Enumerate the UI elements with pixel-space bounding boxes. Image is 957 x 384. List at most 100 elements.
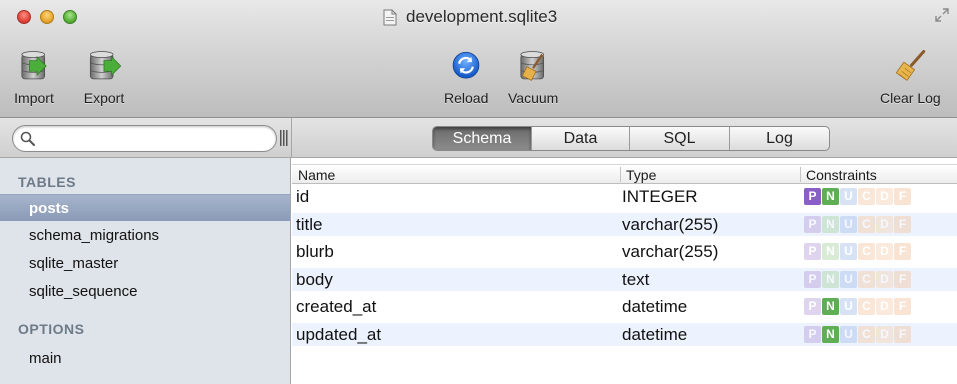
constraint-n-toggle[interactable]: N xyxy=(822,270,839,288)
fullscreen-icon[interactable] xyxy=(935,8,949,22)
table-row[interactable]: body text P N U C D F xyxy=(292,267,957,291)
cell-column-name: body xyxy=(296,269,333,289)
table-row[interactable]: id INTEGER P N U C D F xyxy=(292,185,957,208)
column-header-type[interactable]: Type xyxy=(626,167,656,183)
constraint-f-toggle[interactable]: F xyxy=(894,270,911,288)
window-title: development.sqlite3 xyxy=(406,7,558,26)
constraint-toggles: PNUCDF xyxy=(804,298,912,315)
tab-schema[interactable]: Schema xyxy=(433,127,531,150)
cell-column-type: text xyxy=(622,269,650,289)
tab-log[interactable]: Log xyxy=(729,127,829,150)
constraint-c-toggle[interactable]: C xyxy=(858,325,875,343)
constraint-d-toggle[interactable]: D xyxy=(876,243,893,260)
sidebar-item-main[interactable]: main xyxy=(0,345,290,372)
cell-column-name: id xyxy=(296,187,310,206)
constraint-n-toggle[interactable]: N xyxy=(822,298,839,315)
column-divider[interactable] xyxy=(800,167,801,182)
constraint-u-toggle[interactable]: U xyxy=(840,298,857,315)
cell-column-type: varchar(255) xyxy=(622,242,719,261)
constraint-c-toggle[interactable]: C xyxy=(858,243,875,260)
constraint-p-toggle[interactable]: P xyxy=(804,325,821,343)
clear-log-button[interactable]: Clear Log xyxy=(880,50,941,106)
cell-column-type: datetime xyxy=(622,324,688,344)
table-row[interactable]: created_at datetime P N U C D F xyxy=(292,295,957,318)
constraint-u-toggle[interactable]: U xyxy=(840,188,857,205)
tables-heading: TABLES xyxy=(18,174,76,190)
column-header-constraints[interactable]: Constraints xyxy=(806,167,877,183)
constraint-u-toggle[interactable]: U xyxy=(840,270,857,288)
sidebar-item-posts[interactable]: posts xyxy=(0,194,290,221)
constraint-toggles: PNUCDF xyxy=(804,215,912,233)
constraint-f-toggle[interactable]: F xyxy=(894,298,911,315)
vacuum-button[interactable]: Vacuum xyxy=(508,50,558,106)
constraint-d-toggle[interactable]: D xyxy=(876,215,893,233)
table-row[interactable]: blurb varchar(255) P N U C D F xyxy=(292,240,957,263)
column-header-name[interactable]: Name xyxy=(298,167,335,183)
cell-column-type: INTEGER xyxy=(622,187,698,206)
constraint-c-toggle[interactable]: C xyxy=(858,270,875,288)
constraint-n-toggle[interactable]: N xyxy=(822,243,839,260)
constraint-u-toggle[interactable]: U xyxy=(840,325,857,343)
constraint-p-toggle[interactable]: P xyxy=(804,270,821,288)
constraint-c-toggle[interactable]: C xyxy=(858,298,875,315)
constraint-d-toggle[interactable]: D xyxy=(876,325,893,343)
constraint-u-toggle[interactable]: U xyxy=(840,215,857,233)
constraint-toggles: PNUCDF xyxy=(804,243,912,260)
tab-data[interactable]: Data xyxy=(531,127,629,150)
close-window-button[interactable] xyxy=(17,10,31,24)
constraint-n-toggle[interactable]: N xyxy=(822,325,839,343)
constraint-p-toggle[interactable]: P xyxy=(804,188,821,205)
column-divider[interactable] xyxy=(620,167,621,182)
cell-column-name: updated_at xyxy=(296,324,382,344)
constraint-p-toggle[interactable]: P xyxy=(804,298,821,315)
search-field-container[interactable] xyxy=(12,125,277,152)
window-title-bar: development.sqlite3 xyxy=(383,6,557,28)
schema-table: Name Type Constraints id INTEGER P N U C D Ftit… xyxy=(292,158,957,384)
import-label: Import xyxy=(14,90,54,106)
splitter-grip-icon[interactable] xyxy=(280,130,288,146)
constraint-c-toggle[interactable]: C xyxy=(858,188,875,205)
tab-sql[interactable]: SQL xyxy=(629,127,729,150)
export-button[interactable]: Export xyxy=(82,50,126,106)
constraint-p-toggle[interactable]: P xyxy=(804,243,821,260)
constraint-d-toggle[interactable]: D xyxy=(876,270,893,288)
constraint-n-toggle[interactable]: N xyxy=(822,215,839,233)
cell-column-name: title xyxy=(296,214,323,234)
export-label: Export xyxy=(83,90,125,106)
reload-button[interactable]: Reload xyxy=(444,50,488,106)
database-export-icon xyxy=(89,51,122,80)
cell-column-type: varchar(255) xyxy=(622,214,719,234)
constraint-u-toggle[interactable]: U xyxy=(840,243,857,260)
sidebar-search-bar xyxy=(0,118,291,158)
constraint-p-toggle[interactable]: P xyxy=(804,215,821,233)
search-input[interactable] xyxy=(39,129,269,148)
view-mode-bar: Schema Data SQL Log xyxy=(291,118,957,158)
constraint-d-toggle[interactable]: D xyxy=(876,298,893,315)
constraint-f-toggle[interactable]: F xyxy=(894,188,911,205)
database-import-icon xyxy=(21,51,47,80)
zoom-window-button[interactable] xyxy=(63,10,77,24)
minimize-window-button[interactable] xyxy=(40,10,54,24)
sidebar-item-schema-migrations[interactable]: schema_migrations xyxy=(0,222,290,249)
broom-icon xyxy=(896,50,926,81)
constraint-toggles: PNUCDF xyxy=(804,325,912,343)
constraint-c-toggle[interactable]: C xyxy=(858,215,875,233)
sidebar-item-sqlite-master[interactable]: sqlite_master xyxy=(0,250,290,277)
view-mode-segmented-control: Schema Data SQL Log xyxy=(432,126,830,151)
table-row[interactable]: updated_at datetime P N U C D F xyxy=(292,322,957,346)
search-icon xyxy=(20,131,35,146)
cell-column-name: blurb xyxy=(296,242,334,261)
constraint-f-toggle[interactable]: F xyxy=(894,215,911,233)
table-row[interactable]: title varchar(255) P N U C D F xyxy=(292,212,957,236)
constraint-n-toggle[interactable]: N xyxy=(822,188,839,205)
sidebar-item-sqlite-sequence[interactable]: sqlite_sequence xyxy=(0,278,290,305)
database-broom-icon xyxy=(520,51,545,81)
constraint-f-toggle[interactable]: F xyxy=(894,243,911,260)
document-icon xyxy=(383,9,397,25)
reload-icon xyxy=(452,51,480,79)
import-button[interactable]: Import xyxy=(12,50,56,106)
constraint-f-toggle[interactable]: F xyxy=(894,325,911,343)
reload-label: Reload xyxy=(444,90,489,106)
sidebar: TABLES posts schema_migrations sqlite_ma… xyxy=(0,158,291,384)
constraint-d-toggle[interactable]: D xyxy=(876,188,893,205)
